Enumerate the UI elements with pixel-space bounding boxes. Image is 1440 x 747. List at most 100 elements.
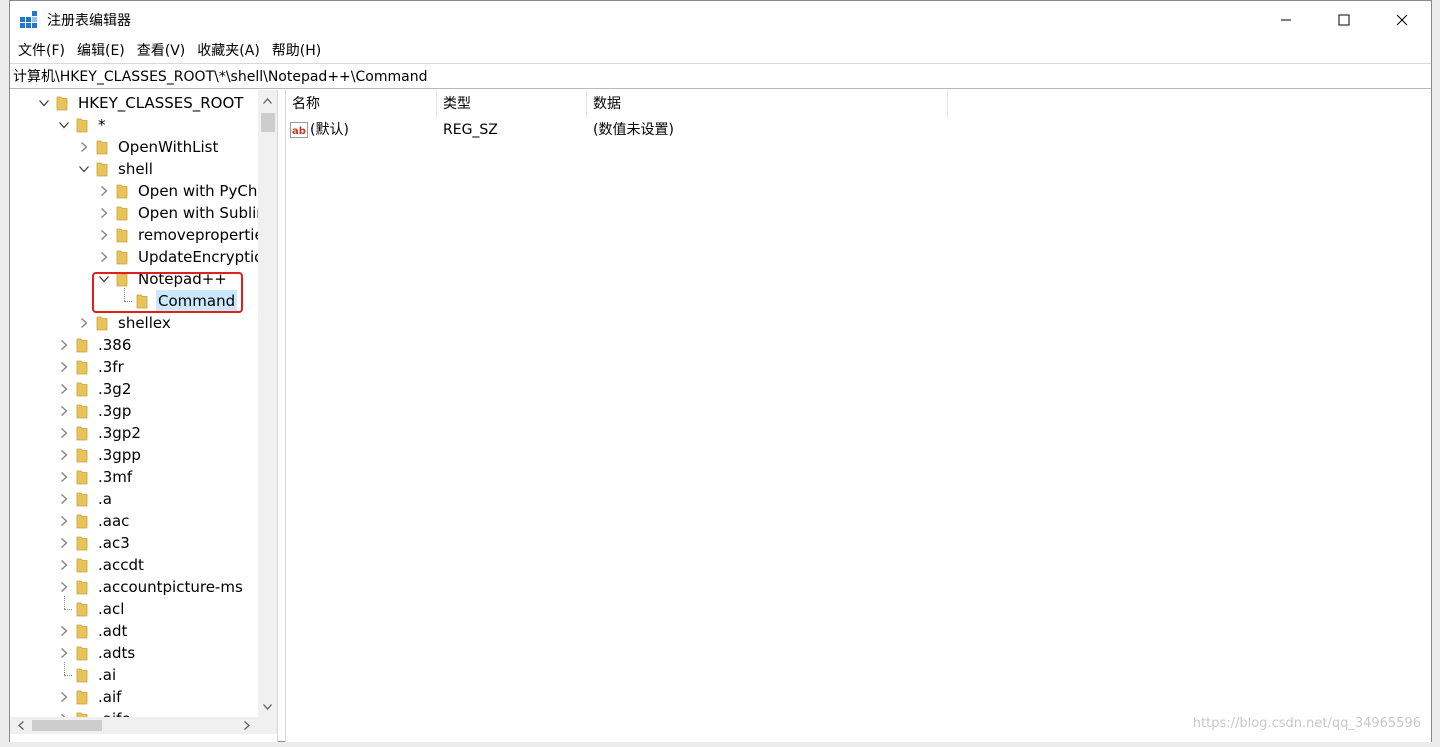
tree-node[interactable]: .aifc [56,708,132,717]
tree-node-label[interactable]: Open with Sublime [136,202,258,224]
tree-node-label[interactable]: .adts [96,642,137,664]
tree-node[interactable]: shell [76,158,155,180]
tree-node[interactable]: .386 [56,334,133,356]
tree-node[interactable]: .accountpicture-ms [56,576,245,598]
maximize-button[interactable] [1315,1,1373,39]
chevron-right-icon[interactable] [56,444,72,466]
chevron-right-icon[interactable] [56,620,72,642]
tree-node[interactable]: .3fr [56,356,126,378]
title-bar[interactable]: 注册表编辑器 [10,1,1431,39]
scroll-left-arrow-icon[interactable] [12,717,29,734]
tree-node-label[interactable]: UpdateEncryption [136,246,258,268]
chevron-right-icon[interactable] [96,180,112,202]
scroll-down-arrow-icon[interactable] [258,698,277,715]
tree-node-label[interactable]: HKEY_CLASSES_ROOT [76,92,245,114]
chevron-right-icon[interactable] [56,708,72,717]
tree-node-label[interactable]: .adt [96,620,129,642]
column-header-data[interactable]: 数据 [587,90,948,118]
tree-node[interactable]: HKEY_CLASSES_ROOT [36,92,245,114]
close-button[interactable] [1373,1,1431,39]
tree-node-label[interactable]: .aif [96,686,123,708]
address-bar[interactable]: 计算机\HKEY_CLASSES_ROOT\*\shell\Notepad++\… [10,63,1431,89]
tree-node-label[interactable]: .aac [96,510,131,532]
tree-node-label[interactable]: .3g2 [96,378,133,400]
tree-node[interactable]: .3gp [56,400,133,422]
menu-edit[interactable]: 编辑(E) [71,39,131,63]
tree-hscroll-thumb[interactable] [32,720,102,731]
tree-node-label[interactable]: * [96,114,108,136]
address-path[interactable]: 计算机\HKEY_CLASSES_ROOT\*\shell\Notepad++\… [13,66,427,86]
scroll-right-arrow-icon[interactable] [238,717,255,734]
tree-node[interactable]: UpdateEncryption [96,246,258,268]
tree-node[interactable]: Open with Sublime [96,202,258,224]
tree-node-label[interactable]: .ac3 [96,532,132,554]
tree-node-label[interactable]: .3fr [96,356,126,378]
tree-node-label[interactable]: .accdt [96,554,146,576]
tree-node[interactable]: .ac3 [56,532,132,554]
tree-node-label[interactable]: .acl [96,598,126,620]
tree-node-label[interactable]: shell [116,158,155,180]
tree-node[interactable]: .accdt [56,554,146,576]
tree-node[interactable]: .adt [56,620,129,642]
menu-file[interactable]: 文件(F) [12,39,71,63]
tree-node-label[interactable]: .accountpicture-ms [96,576,245,598]
tree-node-label[interactable]: .386 [96,334,133,356]
tree-node[interactable]: .a [56,488,114,510]
scroll-up-arrow-icon[interactable] [258,92,277,109]
chevron-right-icon[interactable] [96,224,112,246]
column-header-type[interactable]: 类型 [437,90,587,118]
chevron-right-icon[interactable] [76,136,92,158]
tree-node-label[interactable]: .ai [96,664,118,686]
tree-node[interactable]: * [56,114,108,136]
list-row[interactable]: ab (默认) REG_SZ (数值未设置) [286,118,1431,142]
tree-node[interactable]: .adts [56,642,137,664]
chevron-right-icon[interactable] [56,686,72,708]
chevron-right-icon[interactable] [56,400,72,422]
tree-node[interactable]: Open with PyCharm [96,180,258,202]
menu-favorites[interactable]: 收藏夹(A) [191,39,266,63]
tree-node-label[interactable]: removeproperties [136,224,258,246]
tree-horizontal-scrollbar[interactable] [10,717,277,734]
tree-node-label[interactable]: shellex [116,312,173,334]
tree-vertical-scrollbar[interactable] [258,90,277,717]
tree-node-label[interactable]: .aifc [96,708,132,717]
chevron-right-icon[interactable] [56,466,72,488]
chevron-right-icon[interactable] [56,422,72,444]
minimize-button[interactable] [1257,1,1315,39]
tree-node[interactable]: .3gp2 [56,422,143,444]
tree-node[interactable]: shellex [76,312,173,334]
menu-view[interactable]: 查看(V) [131,39,192,63]
column-header-name[interactable]: 名称 [286,90,437,118]
chevron-right-icon[interactable] [56,510,72,532]
tree-node-label[interactable]: .3gp2 [96,422,143,444]
chevron-right-icon[interactable] [76,312,92,334]
chevron-down-icon[interactable] [76,158,92,180]
tree-node-label[interactable]: OpenWithList [116,136,220,158]
chevron-down-icon[interactable] [36,92,52,114]
tree-vscroll-thumb[interactable] [261,113,275,132]
chevron-right-icon[interactable] [56,554,72,576]
menu-help[interactable]: 帮助(H) [266,39,327,63]
chevron-right-icon[interactable] [56,576,72,598]
tree-node-label[interactable]: Open with PyCharm [136,180,258,202]
chevron-right-icon[interactable] [56,356,72,378]
chevron-right-icon[interactable] [96,202,112,224]
tree-node-label[interactable]: .3gpp [96,444,143,466]
tree-node[interactable]: .aif [56,686,123,708]
tree-node[interactable]: removeproperties [96,224,258,246]
tree-node[interactable]: .3mf [56,466,134,488]
tree-node[interactable]: .3gpp [56,444,143,466]
tree-node-label[interactable]: .a [96,488,114,510]
chevron-right-icon[interactable] [56,532,72,554]
chevron-right-icon[interactable] [56,488,72,510]
chevron-right-icon[interactable] [56,642,72,664]
tree-node-label[interactable]: .3mf [96,466,134,488]
chevron-right-icon[interactable] [96,246,112,268]
tree-node[interactable]: .aac [56,510,131,532]
tree-node[interactable]: .3g2 [56,378,133,400]
chevron-right-icon[interactable] [56,378,72,400]
chevron-right-icon[interactable] [56,334,72,356]
chevron-down-icon[interactable] [56,114,72,136]
tree-node-label[interactable]: .3gp [96,400,133,422]
tree-node[interactable]: OpenWithList [76,136,220,158]
